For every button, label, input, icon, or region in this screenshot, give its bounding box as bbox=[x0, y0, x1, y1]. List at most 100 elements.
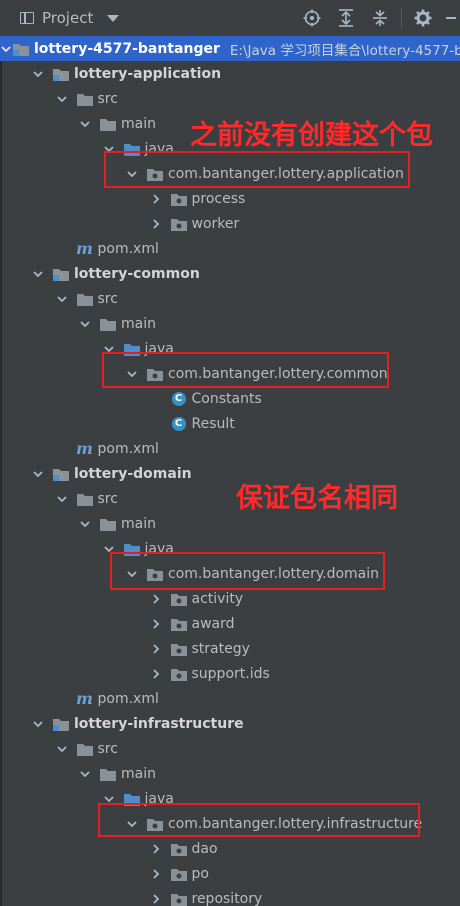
chevron-right-icon[interactable] bbox=[148, 891, 164, 906]
tree-row-label: pom.xml bbox=[97, 240, 159, 257]
tree-row-common-result[interactable]: C Result bbox=[0, 411, 460, 436]
chevron-right-icon[interactable] bbox=[148, 866, 164, 882]
folder-icon bbox=[99, 516, 117, 532]
tree-row-label: Constants bbox=[191, 390, 262, 407]
tree-row-common-constants[interactable]: C Constants bbox=[0, 386, 460, 411]
tree-row-infra-module[interactable]: lottery-infrastructure bbox=[0, 711, 460, 736]
tree-row-label: src bbox=[97, 490, 118, 507]
tree-row-common-pom[interactable]: m pom.xml bbox=[0, 436, 460, 461]
tree-row-label: lottery-infrastructure bbox=[74, 715, 244, 732]
tree-row-label: pom.xml bbox=[97, 440, 159, 457]
tree-row-label: worker bbox=[191, 215, 240, 232]
chevron-down-icon[interactable] bbox=[30, 66, 46, 82]
tree-row-app-module[interactable]: lottery-application bbox=[0, 61, 460, 86]
root-project-name: lottery-4577-bantanger bbox=[34, 40, 220, 57]
chevron-right-icon[interactable] bbox=[148, 841, 164, 857]
select-opened-file-button[interactable] bbox=[295, 0, 329, 36]
no-chevron bbox=[148, 416, 164, 432]
tree-row-app-src[interactable]: src bbox=[0, 86, 460, 111]
chevron-right-icon[interactable] bbox=[148, 641, 164, 657]
java-class-icon: C bbox=[170, 391, 188, 407]
no-chevron bbox=[54, 691, 70, 707]
chevron-down-icon[interactable] bbox=[30, 466, 46, 482]
package-icon bbox=[170, 866, 188, 882]
chevron-down-icon[interactable] bbox=[0, 41, 12, 57]
tree-row-label: po bbox=[191, 865, 209, 882]
tree-row-label: activity bbox=[191, 590, 244, 607]
tree-row-infra-po[interactable]: po bbox=[0, 861, 460, 886]
folder-icon bbox=[99, 316, 117, 332]
chevron-right-icon[interactable] bbox=[148, 591, 164, 607]
tree-row-common-main[interactable]: main bbox=[0, 311, 460, 336]
tree-row-label: dao bbox=[191, 840, 218, 857]
root-project-path: E:\Java 学习项目集合\lottery-4577-b bbox=[229, 42, 460, 59]
tree-row-label: main bbox=[121, 765, 156, 782]
chevron-right-icon[interactable] bbox=[148, 216, 164, 232]
tree-row-label: award bbox=[191, 615, 235, 632]
chevron-right-icon[interactable] bbox=[148, 666, 164, 682]
chevron-down-icon[interactable] bbox=[54, 741, 70, 757]
java-class-icon: C bbox=[170, 416, 188, 432]
project-window-icon bbox=[20, 12, 34, 24]
module-folder-icon bbox=[12, 41, 30, 57]
chevron-down-icon[interactable] bbox=[30, 716, 46, 732]
collapse-all-button[interactable] bbox=[363, 0, 397, 36]
tree-row-label: main bbox=[121, 115, 156, 132]
tree-row-domain-award[interactable]: award bbox=[0, 611, 460, 636]
tree-row-infra-dao[interactable]: dao bbox=[0, 836, 460, 861]
no-chevron bbox=[148, 391, 164, 407]
tree-row-common-src[interactable]: src bbox=[0, 286, 460, 311]
maven-icon: m bbox=[76, 439, 93, 458]
tree-row-label: repository bbox=[191, 890, 263, 906]
tree-row-label: lottery-common bbox=[74, 265, 200, 282]
chevron-down-icon[interactable] bbox=[77, 516, 93, 532]
module-folder-icon bbox=[52, 66, 70, 82]
tree-row-domain-support[interactable]: support.ids bbox=[0, 661, 460, 686]
project-panel: Project lottery-4577-bantanger E:\Java 学… bbox=[0, 0, 460, 906]
tree-row-app-pom[interactable]: m pom.xml bbox=[0, 236, 460, 261]
tree-row-label: main bbox=[121, 515, 156, 532]
annotation-box-domain bbox=[110, 552, 385, 590]
chevron-down-icon[interactable] bbox=[54, 291, 70, 307]
chevron-down-icon[interactable] bbox=[77, 766, 93, 782]
tree-row-infra-repository[interactable]: repository bbox=[0, 886, 460, 906]
chevron-down-icon[interactable] bbox=[77, 116, 93, 132]
chevron-right-icon[interactable] bbox=[148, 191, 164, 207]
tree-row-infra-src[interactable]: src bbox=[0, 736, 460, 761]
maven-icon: m bbox=[76, 689, 93, 708]
settings-button[interactable] bbox=[406, 0, 440, 36]
folder-icon bbox=[76, 741, 94, 757]
no-chevron bbox=[54, 441, 70, 457]
package-icon bbox=[170, 891, 188, 906]
annotation-note-missing-package: 之前没有创建这个包 bbox=[190, 120, 433, 151]
view-selector[interactable]: Project bbox=[20, 9, 120, 27]
expand-all-icon bbox=[339, 9, 353, 27]
chevron-down-icon[interactable] bbox=[77, 316, 93, 332]
chevron-down-icon[interactable] bbox=[30, 266, 46, 282]
tree-row-infra-main[interactable]: main bbox=[0, 761, 460, 786]
chevron-down-icon[interactable] bbox=[54, 91, 70, 107]
tree-row-label: Result bbox=[191, 415, 235, 432]
toolbar-actions bbox=[295, 0, 460, 36]
crosshair-icon bbox=[303, 9, 321, 27]
tree-row-app-process[interactable]: process bbox=[0, 186, 460, 211]
chevron-down-icon bbox=[107, 14, 120, 22]
package-icon bbox=[170, 216, 188, 232]
tree-root-row[interactable]: lottery-4577-bantanger E:\Java 学习项目集合\lo… bbox=[0, 36, 460, 61]
chevron-right-icon[interactable] bbox=[148, 616, 164, 632]
tree-row-app-worker[interactable]: worker bbox=[0, 211, 460, 236]
module-folder-icon bbox=[52, 266, 70, 282]
tree-row-common-module[interactable]: lottery-common bbox=[0, 261, 460, 286]
folder-icon bbox=[76, 91, 94, 107]
chevron-down-icon[interactable] bbox=[54, 491, 70, 507]
folder-icon bbox=[99, 116, 117, 132]
hide-panel-button[interactable] bbox=[440, 0, 460, 36]
tree-row-label: main bbox=[121, 315, 156, 332]
toolbar-separator bbox=[401, 8, 402, 28]
view-selector-label: Project bbox=[42, 9, 94, 27]
tree-row-label: src bbox=[97, 90, 118, 107]
tree-row-domain-strategy[interactable]: strategy bbox=[0, 636, 460, 661]
tree-row-domain-pom[interactable]: m pom.xml bbox=[0, 686, 460, 711]
expand-all-button[interactable] bbox=[329, 0, 363, 36]
maven-icon: m bbox=[76, 239, 93, 258]
